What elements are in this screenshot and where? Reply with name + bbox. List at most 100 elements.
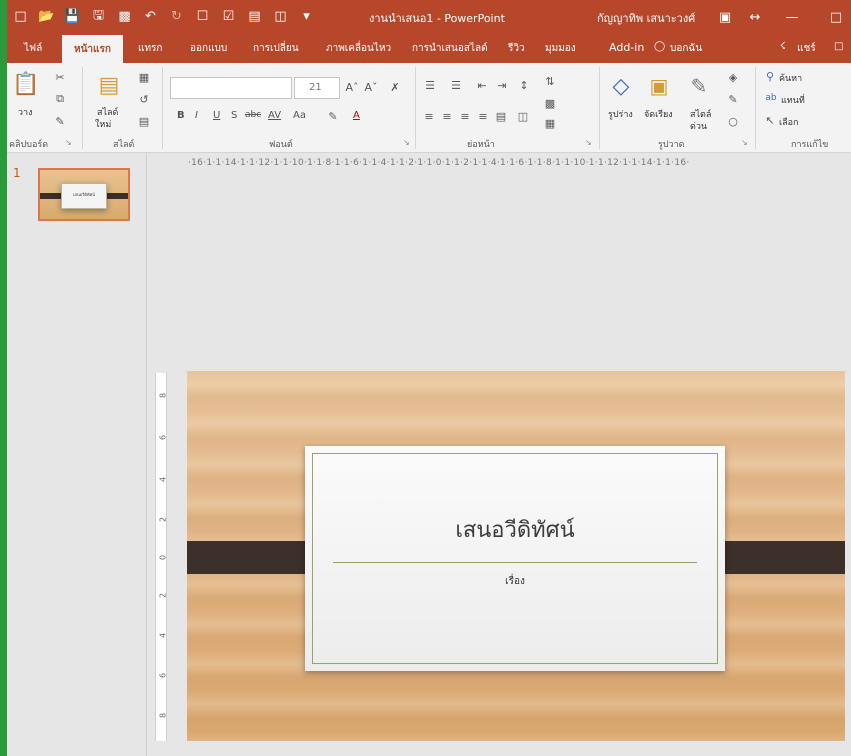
layout-icon[interactable]: ▤ — [246, 8, 263, 25]
drawing-launcher-icon[interactable]: ↘ — [741, 138, 748, 147]
new-icon[interactable]: □ — [12, 8, 29, 25]
tab-tell-me[interactable]: บอกฉัน — [670, 41, 702, 56]
char-spacing-button[interactable]: AV — [268, 110, 281, 121]
ruler-label: 8 — [158, 712, 168, 719]
checkbox-icon[interactable]: ☑ — [220, 8, 237, 25]
select-button[interactable]: เลือก — [779, 115, 798, 129]
tab-design[interactable]: ออกแบบ — [190, 41, 227, 56]
slide-editor: ·16·1·1·14·1·1·12·1·1·10·1·1·8·1·1·6·1·1… — [148, 153, 851, 756]
increase-indent-icon[interactable]: ⇥ — [493, 77, 511, 93]
save-icon[interactable]: 💾 — [64, 8, 81, 25]
slide-title[interactable]: เสนอวีดิทัศน์ — [305, 512, 725, 547]
strikethrough-button[interactable]: abc — [245, 110, 261, 120]
redo-icon[interactable]: ↻ — [168, 8, 185, 25]
layout-icon[interactable]: ▦ — [135, 69, 153, 85]
font-color-button[interactable]: A — [353, 110, 360, 121]
underline-button[interactable]: U — [213, 110, 220, 121]
decrease-indent-icon[interactable]: ⇤ — [473, 77, 491, 93]
maximize-icon[interactable]: □ — [814, 7, 851, 27]
reset-icon[interactable]: ↺ — [135, 91, 153, 107]
tab-insert[interactable]: แทรก — [138, 41, 162, 56]
ruler-label: 4 — [158, 632, 168, 639]
slide-canvas[interactable]: เสนอวีดิทัศน์ เรื่อง — [187, 371, 845, 741]
shape-effects-icon[interactable]: ○ — [724, 113, 742, 129]
shapes-icon[interactable]: ◇ — [606, 71, 636, 101]
tab-slideshow[interactable]: การนำเสนอสไลด์ — [412, 41, 488, 56]
shrink-font-icon[interactable]: Aˇ — [363, 79, 379, 95]
section-icon[interactable]: ▤ — [135, 113, 153, 129]
replace-icon[interactable]: ab — [763, 91, 779, 105]
tab-file[interactable]: ไฟล์ — [24, 41, 42, 56]
ribbon: 📋 วาง ✂ ⧉ ✎ คลิปบอร์ด ↘ ▤ สไลด์ ใหม่ ▦ ↺… — [7, 63, 851, 153]
folder-icon[interactable]: ▩ — [116, 8, 133, 25]
change-case-button[interactable]: Aa — [293, 110, 306, 121]
card-border — [312, 453, 718, 664]
align-right-icon[interactable]: ≡ — [457, 109, 473, 123]
new-slide-label-2[interactable]: ใหม่ — [95, 117, 111, 131]
line-spacing-icon[interactable]: ↕ — [515, 77, 533, 93]
slide-subtitle[interactable]: เรื่อง — [305, 574, 725, 589]
tab-share[interactable]: แชร์ — [797, 41, 816, 56]
paste-icon[interactable]: 📋 — [12, 69, 39, 99]
format-painter-icon[interactable]: ✎ — [51, 113, 69, 129]
paste-label[interactable]: วาง — [18, 105, 33, 119]
find-icon[interactable]: ⚲ — [763, 69, 777, 83]
slide-thumbnail[interactable]: เสนอวีดิทัศน์ — [38, 168, 130, 221]
share-icon[interactable]: ☇ — [780, 41, 786, 52]
replace-button[interactable]: แทนที่ — [781, 93, 805, 107]
shape-fill-icon[interactable]: ◈ — [724, 69, 742, 85]
tab-view[interactable]: มุมมอง — [545, 41, 576, 56]
paragraph-launcher-icon[interactable]: ↘ — [585, 138, 592, 147]
tab-home[interactable]: หน้าแรก — [62, 35, 123, 63]
tab-review[interactable]: รีวิว — [508, 41, 525, 56]
clipboard-launcher-icon[interactable]: ↘ — [65, 138, 72, 147]
tell-me-icon[interactable]: ◯ — [654, 41, 665, 52]
quick-styles-label-2[interactable]: ด่วน — [690, 119, 707, 133]
tab-animations[interactable]: ภาพเคลื่อนไหว — [326, 41, 391, 56]
text-direction-icon[interactable]: ⇅ — [541, 73, 559, 89]
clear-format-icon[interactable]: ✗ — [387, 79, 403, 95]
highlight-icon[interactable]: ✎ — [325, 109, 341, 123]
ruler-label: 6 — [158, 672, 168, 679]
shadow-button[interactable]: S — [231, 110, 237, 121]
italic-button[interactable]: I — [195, 110, 198, 121]
distributed-icon[interactable]: ▤ — [493, 109, 509, 123]
bold-button[interactable]: B — [177, 110, 185, 121]
font-size-input[interactable]: 21 — [294, 77, 340, 99]
bullets-icon[interactable]: ☰ — [421, 77, 439, 93]
arrange-icon[interactable]: ▣ — [644, 71, 674, 101]
shape-outline-icon[interactable]: ✎ — [724, 91, 742, 107]
arrange-label[interactable]: จัดเรียง — [644, 107, 673, 121]
copy-icon[interactable]: ⧉ — [51, 91, 69, 107]
save-as-icon[interactable]: 🖫 — [90, 8, 107, 25]
smartart-icon[interactable]: ▦ — [541, 115, 559, 131]
tab-addin[interactable]: Add-in — [609, 41, 644, 54]
cut-icon[interactable]: ✂ — [51, 69, 69, 85]
align-left-icon[interactable]: ≡ — [421, 109, 437, 123]
minimize-icon[interactable]: — — [770, 7, 814, 27]
font-launcher-icon[interactable]: ↘ — [403, 138, 410, 147]
open-icon[interactable]: 📂 — [38, 8, 55, 25]
window-controls: ▣ ↔ — □ ✕ — [710, 7, 851, 27]
align-text-icon[interactable]: ▩ — [541, 95, 559, 111]
ribbon-display-icon[interactable]: ▣ — [710, 7, 740, 27]
grow-font-icon[interactable]: Aˆ — [344, 79, 360, 95]
tab-transitions[interactable]: การเปลี่ยน — [253, 41, 299, 56]
justify-icon[interactable]: ≡ — [475, 109, 491, 123]
font-name-input[interactable] — [170, 77, 292, 99]
comments-icon[interactable]: □ — [834, 41, 843, 52]
slideshow-icon[interactable]: ☐ — [194, 8, 211, 25]
new-slide-icon[interactable]: ▤ — [95, 69, 123, 101]
find-button[interactable]: ค้นหา — [779, 71, 802, 85]
shapes-label[interactable]: รูปร่าง — [608, 107, 633, 121]
undo-icon[interactable]: ↶ — [142, 8, 159, 25]
user-name[interactable]: กัญญาทิพ เสนาะวงศ์ — [597, 9, 695, 27]
customize-icon[interactable]: ▾ — [298, 8, 315, 25]
preview-icon[interactable]: ◫ — [272, 8, 289, 25]
resize-icon[interactable]: ↔ — [740, 7, 770, 27]
align-center-icon[interactable]: ≡ — [439, 109, 455, 123]
quick-styles-icon[interactable]: ✎ — [684, 71, 714, 101]
select-icon[interactable]: ↖ — [763, 113, 777, 127]
columns-icon[interactable]: ◫ — [515, 109, 531, 123]
numbering-icon[interactable]: ☰ — [447, 77, 465, 93]
